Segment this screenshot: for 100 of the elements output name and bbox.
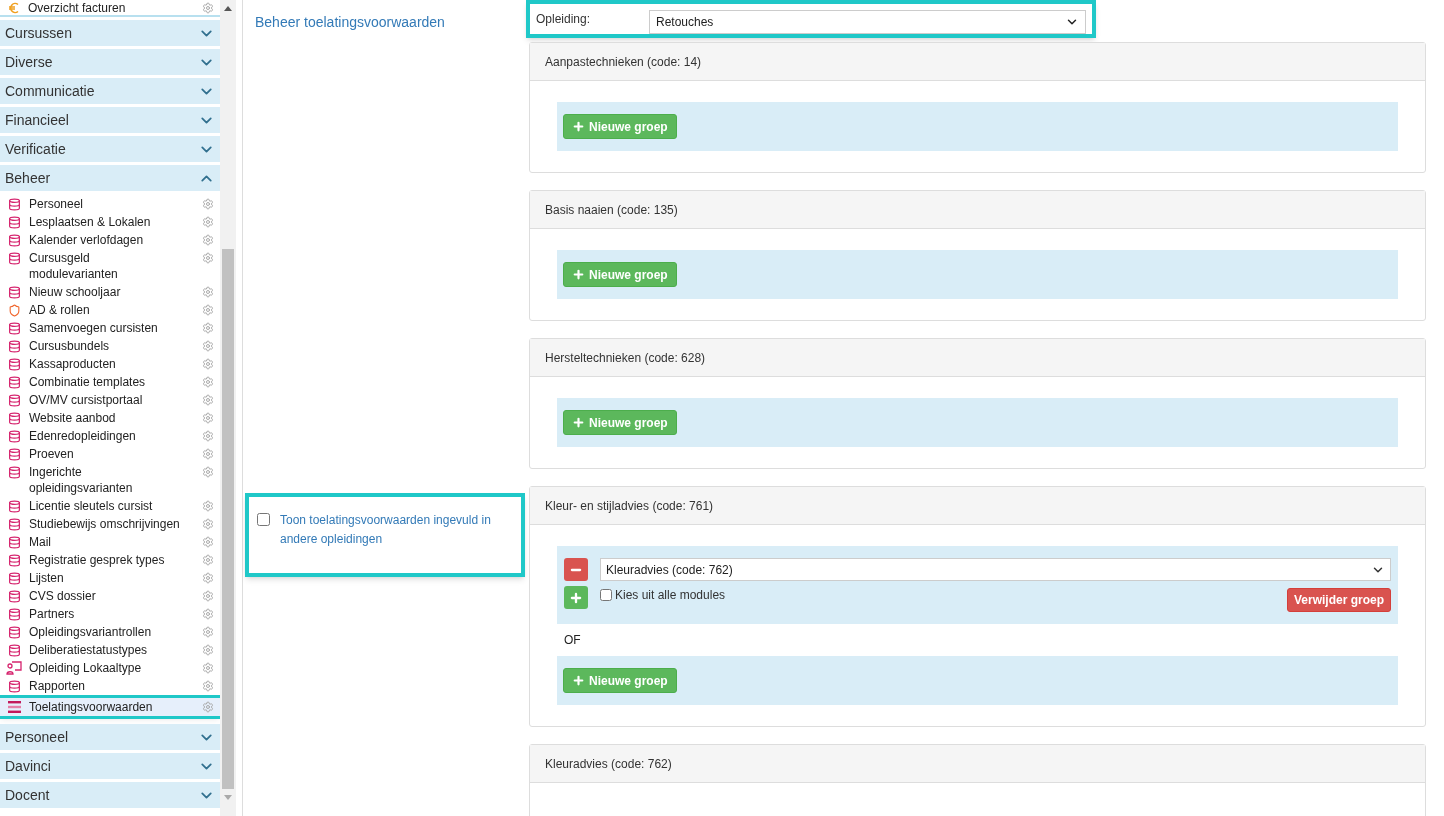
settings-icon[interactable] — [202, 608, 214, 620]
settings-icon[interactable] — [202, 376, 214, 388]
database-icon — [8, 376, 21, 389]
settings-icon[interactable] — [202, 572, 214, 584]
scroll-up-icon[interactable] — [224, 6, 232, 11]
database-icon — [8, 430, 21, 443]
sidebar-item[interactable]: Lesplaatsen & Lokalen — [0, 213, 220, 231]
opleiding-select[interactable]: Retouches — [649, 10, 1086, 34]
settings-icon[interactable] — [202, 394, 214, 406]
item-label: Overzicht facturen — [28, 0, 127, 15]
checkbox[interactable] — [257, 513, 270, 526]
database-icon — [8, 394, 21, 407]
settings-icon[interactable] — [202, 536, 214, 548]
settings-icon[interactable] — [202, 252, 214, 264]
item-label: Kassaproducten — [29, 356, 117, 372]
sidebar-section[interactable]: Docent — [0, 782, 220, 808]
sidebar-item[interactable]: Proeven — [0, 445, 220, 463]
sidebar-item[interactable]: Kassaproducten — [0, 355, 220, 373]
item-label: Ingerichte opleidingsvarianten — [29, 464, 134, 496]
sidebar-item[interactable]: Combinatie templates — [0, 373, 220, 391]
module-select[interactable]: Kleuradvies (code: 762) — [600, 558, 1391, 581]
database-icon — [8, 572, 21, 585]
delete-group-button[interactable]: Verwijder groep — [1286, 588, 1391, 612]
item-label: Edenredopleidingen — [29, 428, 137, 444]
settings-icon[interactable] — [202, 644, 214, 656]
sidebar-item[interactable]: Opleiding Lokaaltype — [0, 659, 220, 677]
settings-icon[interactable] — [202, 234, 214, 246]
sidebar-item[interactable]: Opleidingsvariantrollen — [0, 623, 220, 641]
item-label: Kalender verlofdagen — [29, 232, 145, 248]
database-icon — [8, 680, 21, 693]
sidebar-item[interactable]: Kalender verlofdagen — [0, 231, 220, 249]
settings-icon[interactable] — [202, 701, 214, 713]
sidebar-item[interactable]: Personeel — [0, 195, 220, 213]
settings-icon[interactable] — [202, 590, 214, 602]
sidebar-item[interactable]: Ingerichte opleidingsvarianten — [0, 463, 220, 497]
list-icon — [8, 701, 21, 713]
sidebar-section[interactable]: Davinci — [0, 753, 220, 779]
sidebar-section[interactable]: Communicatie — [0, 78, 220, 104]
settings-icon[interactable] — [202, 1, 214, 14]
scrollbar[interactable] — [220, 0, 236, 816]
settings-icon[interactable] — [202, 358, 214, 370]
sidebar-item[interactable]: Licentie sleutels cursist — [0, 497, 220, 515]
sidebar-item[interactable]: Deliberatiestatustypes — [0, 641, 220, 659]
settings-icon[interactable] — [202, 340, 214, 352]
settings-icon[interactable] — [202, 430, 214, 442]
settings-icon[interactable] — [202, 286, 214, 298]
sidebar-item[interactable]: Rapporten — [0, 677, 220, 695]
page-title: Beheer toelatingsvoorwaarden — [254, 13, 446, 32]
database-icon — [8, 644, 21, 657]
item-label: OV/MV cursistportaal — [29, 392, 144, 408]
settings-icon[interactable] — [202, 448, 214, 460]
settings-icon[interactable] — [202, 500, 214, 512]
panel-heading: Basis naaien (code: 135) — [530, 191, 1425, 229]
plus-icon — [572, 416, 585, 429]
checkbox[interactable] — [600, 588, 612, 601]
settings-icon[interactable] — [202, 304, 214, 316]
settings-icon[interactable] — [202, 662, 214, 674]
settings-icon[interactable] — [202, 412, 214, 424]
remove-button[interactable] — [564, 558, 588, 581]
sidebar-item[interactable]: OV/MV cursistportaal — [0, 391, 220, 409]
item-label: Proeven — [29, 446, 75, 462]
checkbox-label: Kies uit alle modules — [615, 587, 726, 604]
sidebar-section[interactable]: Verificatie — [0, 136, 220, 162]
sidebar-item[interactable]: Cursusbundels — [0, 337, 220, 355]
sidebar-item[interactable]: Lijsten — [0, 569, 220, 587]
sidebar-item[interactable]: Samenvoegen cursisten — [0, 319, 220, 337]
item-label: Deliberatiestatustypes — [29, 642, 149, 658]
settings-icon[interactable] — [202, 322, 214, 334]
sidebar-item[interactable]: Partners — [0, 605, 220, 623]
database-icon — [8, 216, 21, 229]
sidebar-section[interactable]: Beheer — [0, 165, 220, 191]
add-button[interactable] — [564, 586, 588, 609]
settings-icon[interactable] — [202, 518, 214, 530]
sidebar-section[interactable]: Diverse — [0, 49, 220, 75]
database-icon — [8, 322, 21, 335]
item-label: Partners — [29, 606, 76, 622]
sidebar-item[interactable]: AD & rollen — [0, 301, 220, 319]
settings-icon[interactable] — [202, 216, 214, 228]
sidebar-item[interactable]: Mail — [0, 533, 220, 551]
settings-icon[interactable] — [202, 198, 214, 210]
sidebar-item[interactable]: Nieuw schooljaar — [0, 283, 220, 301]
settings-icon[interactable] — [202, 554, 214, 566]
sidebar-item[interactable]: Website aanbod — [0, 409, 220, 427]
item-label: CVS dossier — [29, 588, 97, 604]
sidebar-item[interactable]: Studiebewijs omschrijvingen — [0, 515, 220, 533]
sidebar-item[interactable]: Toelatingsvoorwaarden — [0, 698, 220, 716]
sidebar-item[interactable]: CVS dossier — [0, 587, 220, 605]
database-icon — [8, 466, 21, 479]
sidebar-section[interactable]: Personeel — [0, 724, 220, 750]
sidebar-section[interactable]: Financieel — [0, 107, 220, 133]
scroll-down-icon[interactable] — [224, 795, 232, 800]
item-label: AD & rollen — [29, 302, 91, 318]
settings-icon[interactable] — [202, 466, 214, 478]
settings-icon[interactable] — [202, 626, 214, 638]
sidebar-item[interactable]: Registratie gesprek types — [0, 551, 220, 569]
sidebar-section[interactable]: Cursussen — [0, 20, 220, 46]
sidebar-item[interactable]: Cursusgeld modulevarianten — [0, 249, 220, 283]
settings-icon[interactable] — [202, 680, 214, 692]
sidebar-item[interactable]: Edenredopleidingen — [0, 427, 220, 445]
item-label: Lesplaatsen & Lokalen — [29, 214, 152, 230]
